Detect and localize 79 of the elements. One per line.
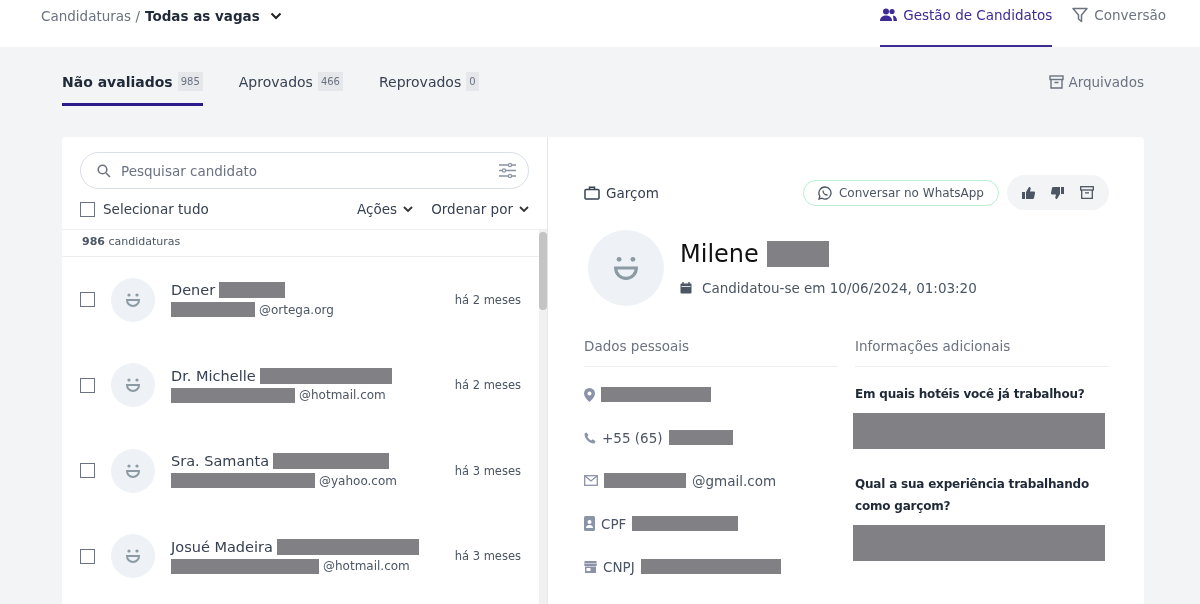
applications-count: 986 candidaturas (82, 235, 181, 248)
smiley-avatar-icon (588, 230, 664, 306)
thumbs-down-icon[interactable] (1051, 186, 1064, 199)
candidate-name: Sra. Samanta (171, 453, 270, 470)
candidate-row[interactable]: Sra. Samanta @yahoo.com há 3 meses (62, 428, 539, 514)
breadcrumb-parent[interactable]: Candidaturas / (41, 7, 140, 24)
candidate-name: Dr. Michelle (171, 367, 256, 384)
candidate-name: Dener (171, 282, 216, 299)
checkbox[interactable] (80, 292, 95, 308)
candidate-row[interactable]: Dener @ortega.org há 2 meses (62, 257, 539, 343)
search-field[interactable]: Pesquisar candidato (119, 161, 491, 180)
scrollbar[interactable] (539, 230, 547, 604)
section-heading: Dados pessoais (584, 338, 838, 367)
tab-label: Aprovados (238, 73, 313, 90)
filter-sliders-icon[interactable] (499, 163, 516, 178)
applied-date: Candidatou-se em 10/06/2024, 01:03:20 (702, 280, 977, 296)
smiley-avatar-icon (111, 448, 155, 493)
count-badge: 0 (466, 72, 479, 91)
checkbox[interactable] (80, 548, 95, 564)
status-tab[interactable]: Não avaliados 985 (62, 72, 203, 106)
smiley-avatar-icon (111, 277, 155, 322)
chevron-down-icon (403, 205, 414, 213)
smiley-avatar-icon (111, 534, 155, 579)
candidate-row[interactable]: Dr. Michelle @hotmail.com há 2 meses (62, 342, 539, 428)
question-text: Em quais hotéis você já trabalhou? (855, 386, 1086, 403)
smiley-avatar-icon (111, 363, 155, 408)
job-selector[interactable]: Todas as vagas (144, 7, 282, 24)
checkbox[interactable] (80, 377, 95, 393)
personal-detail: CNPJ (603, 558, 635, 575)
count-badge: 985 (177, 72, 203, 91)
nav-tab[interactable]: Gestão de Candidatos (880, 0, 1053, 47)
calendar-icon (680, 282, 692, 294)
nav-tab[interactable]: Conversão (1072, 0, 1166, 47)
redaction-bar (219, 282, 286, 299)
count-badge: 466 (317, 72, 343, 91)
personal-detail: +55 (65) (602, 429, 663, 446)
candidate-name: Milene (680, 240, 759, 268)
tab-label: Não avaliados (62, 73, 173, 90)
checkbox[interactable] (80, 201, 95, 217)
search-icon (97, 163, 111, 178)
time-ago: há 2 meses (454, 292, 521, 307)
archived-link[interactable]: Arquivados (1049, 74, 1144, 90)
sort-dropdown[interactable]: Ordenar por (431, 201, 529, 217)
time-ago: há 2 meses (454, 378, 521, 393)
people-icon (880, 8, 898, 21)
tab-label: Reprovados (379, 73, 462, 90)
actions-dropdown[interactable]: Ações (357, 201, 414, 217)
candidate-email: @hotmail.com (323, 559, 410, 574)
status-tab[interactable]: Reprovados 0 (379, 72, 479, 106)
chevron-down-icon (519, 205, 529, 213)
redaction-bar (668, 430, 733, 445)
redaction-bar (766, 241, 829, 267)
job-title: Garçom (606, 184, 659, 201)
candidate-name: Josué Madeira (171, 538, 273, 555)
chevron-down-icon (269, 11, 282, 20)
location-pin-icon (584, 387, 595, 402)
time-ago: há 3 meses (454, 463, 521, 478)
status-tab[interactable]: Aprovados 466 (238, 72, 343, 106)
briefcase-icon (584, 185, 600, 200)
storefront-icon (584, 560, 597, 573)
id-badge-icon (584, 516, 595, 531)
candidate-row[interactable]: Josué Madeira @hotmail.com há 3 meses (62, 513, 539, 599)
personal-detail: CPF (601, 515, 627, 532)
envelope-icon (584, 475, 598, 486)
time-ago: há 3 meses (454, 549, 521, 564)
personal-detail: @gmail.com (692, 472, 777, 489)
candidate-email: @hotmail.com (299, 388, 386, 403)
select-all-label[interactable]: Selecionar tudo (103, 201, 209, 217)
phone-icon (584, 431, 596, 444)
funnel-icon (1072, 6, 1089, 23)
candidate-email: @ortega.org (259, 302, 334, 317)
candidate-email: @yahoo.com (319, 473, 397, 488)
checkbox[interactable] (80, 463, 95, 479)
chat-bubble-icon (817, 185, 832, 200)
archive-icon (1049, 75, 1065, 89)
section-heading: Informações adicionais (855, 338, 1109, 367)
thumbs-up-icon[interactable] (1022, 186, 1035, 199)
question-text: Qual a sua experiência trabalhando como garçom? (855, 476, 1090, 515)
archive-icon[interactable] (1080, 186, 1094, 199)
